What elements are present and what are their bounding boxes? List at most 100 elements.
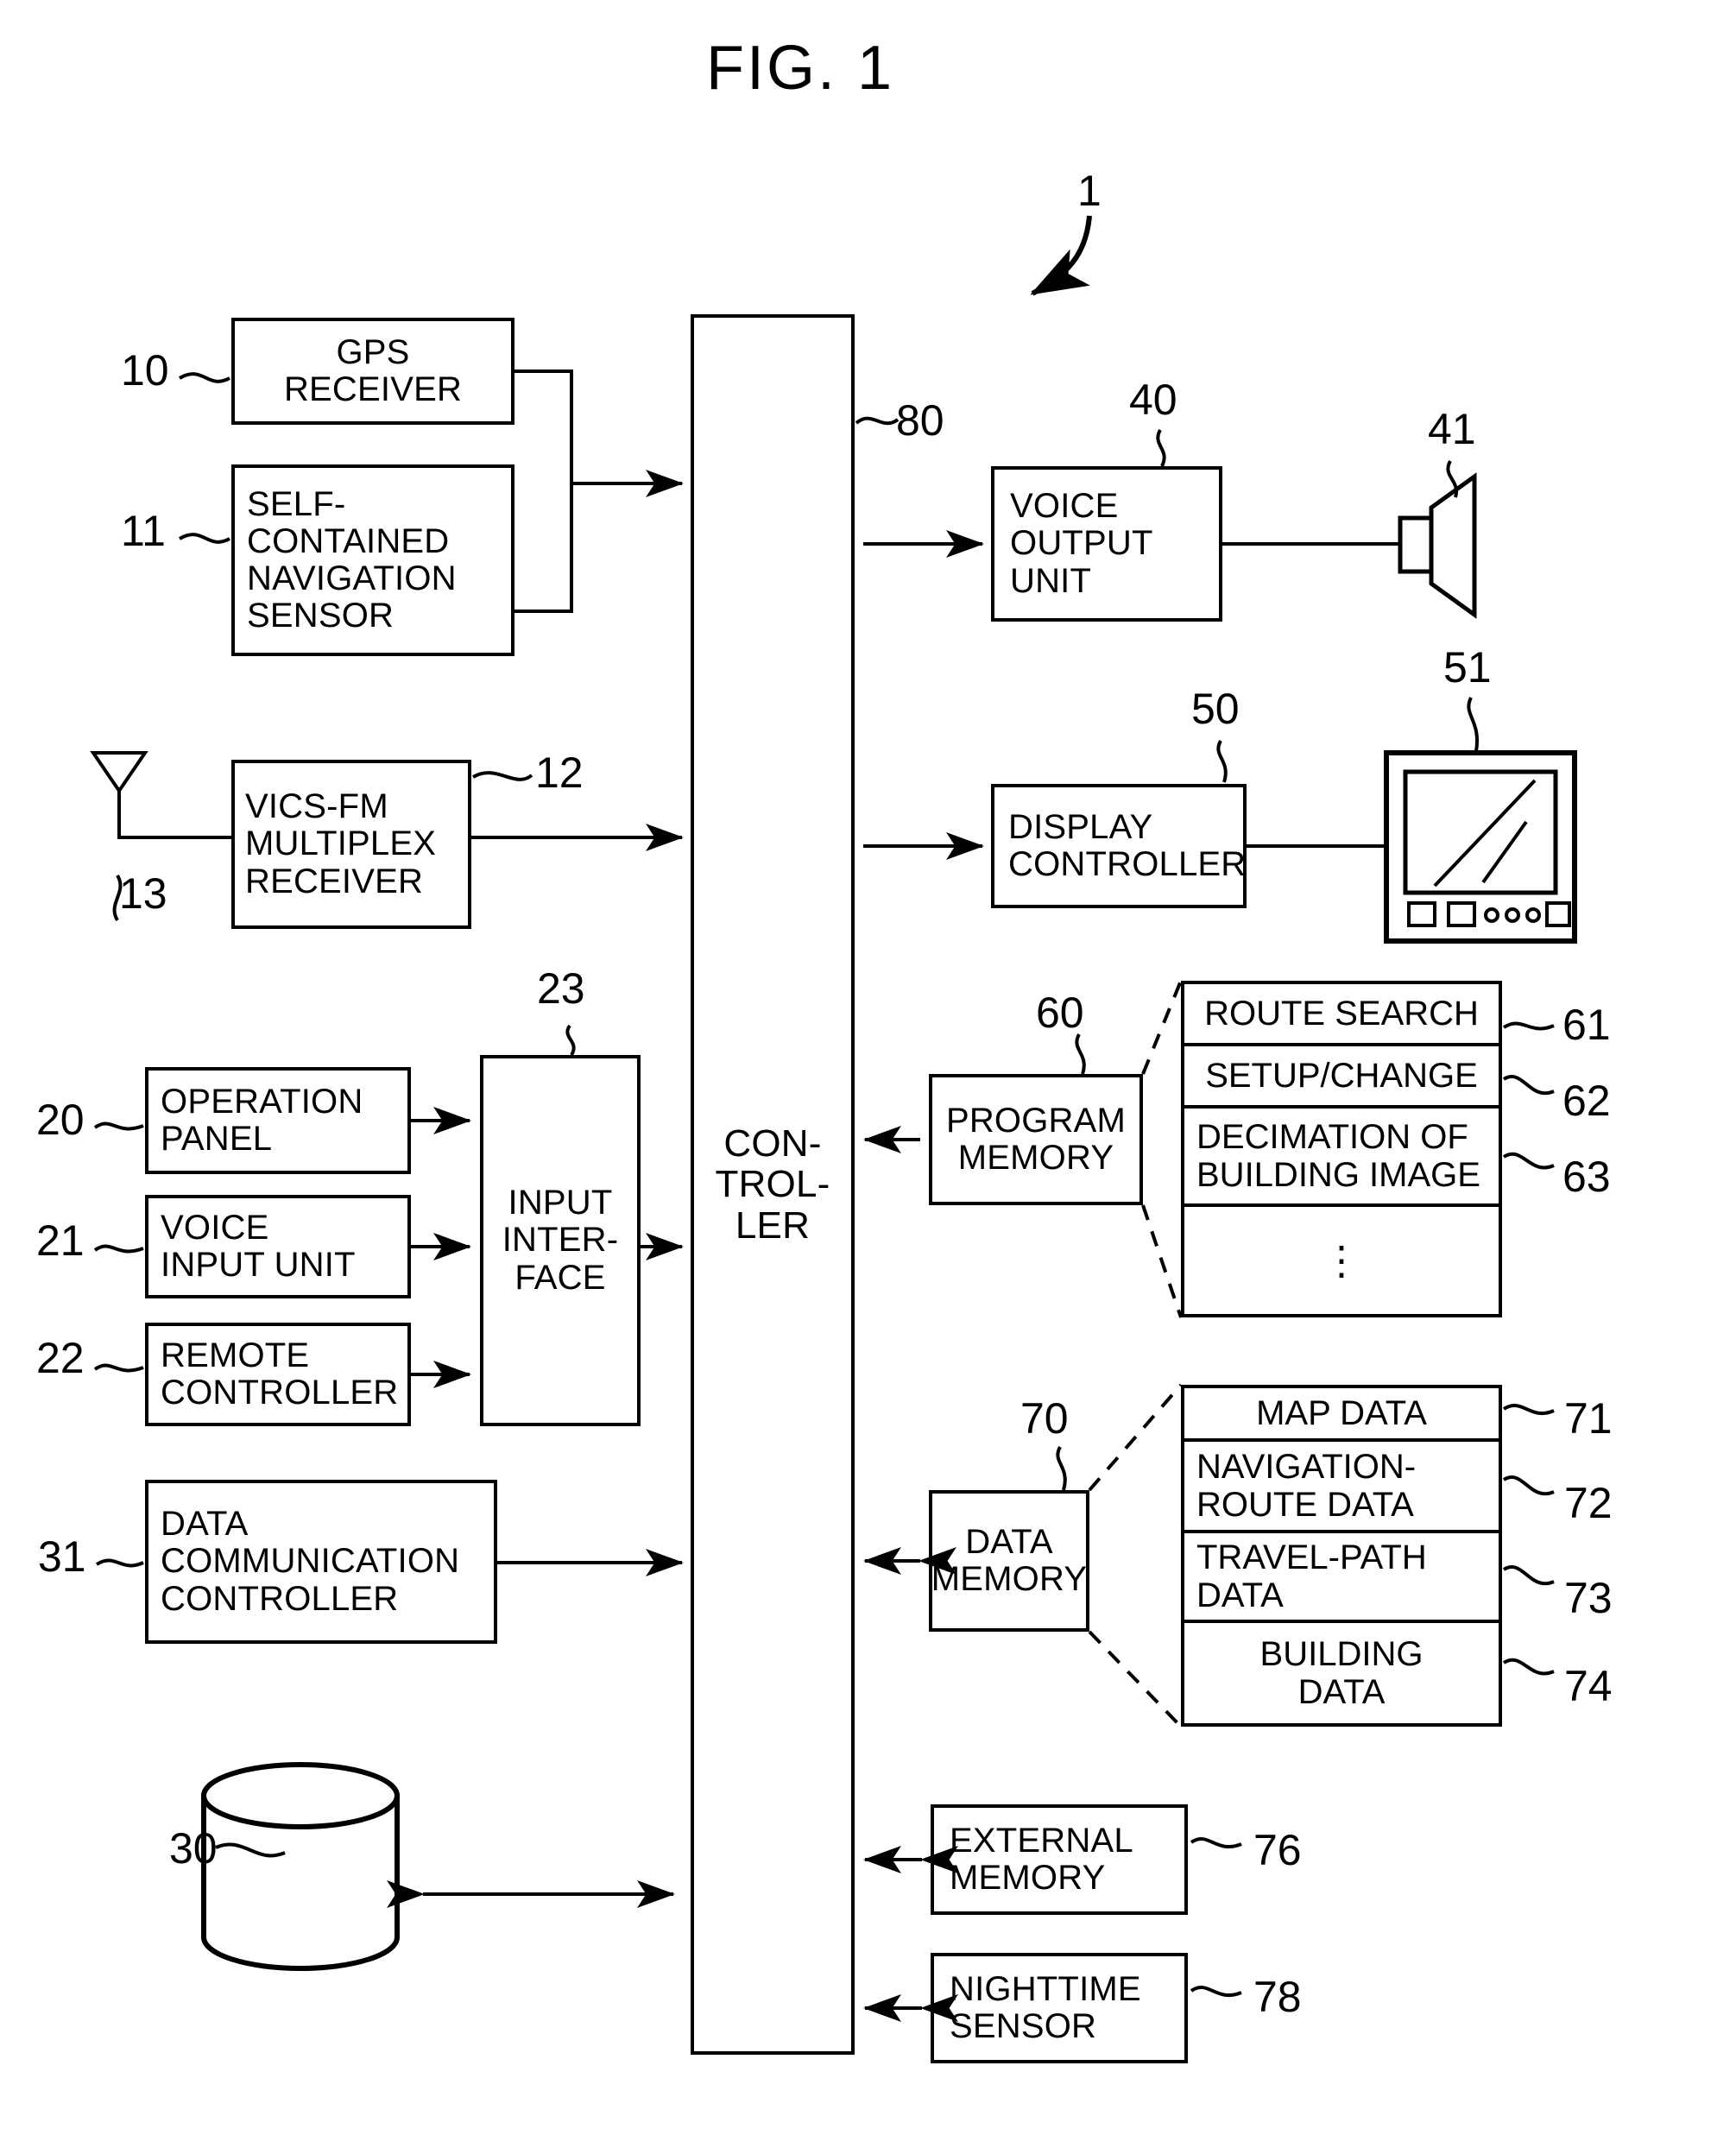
program-memory-row: ⋮ [1184, 1207, 1499, 1314]
program-memory-row-label: ROUTE SEARCH [1204, 995, 1479, 1033]
ref-51: 51 [1443, 643, 1492, 692]
ref-20-leader [95, 1123, 143, 1128]
nighttime-sensor-block: NIGHTTIME SENSOR [931, 1953, 1188, 2063]
self-contained-navigation-sensor-block: SELF- CONTAINED NAVIGATION SENSOR [231, 464, 514, 656]
remote-controller-label: REMOTE CONTROLLER [161, 1336, 399, 1412]
data-memory-expansion-line-top [1089, 1385, 1181, 1490]
ref-74-leader [1504, 1660, 1554, 1674]
data-memory-row: MAP DATA [1184, 1388, 1499, 1442]
system-ref-numeral: 1 [1077, 167, 1102, 215]
ref-73: 73 [1564, 1574, 1613, 1622]
antenna-icon [93, 753, 145, 791]
voice-input-unit-label: VOICE INPUT UNIT [161, 1208, 356, 1284]
voice-output-unit-block: VOICE OUTPUT UNIT [991, 466, 1222, 622]
ref-11: 11 [121, 507, 166, 555]
ref-41: 41 [1428, 405, 1476, 453]
operation-panel-label: OPERATION PANEL [161, 1082, 363, 1158]
data-memory-contents-table: MAP DATA NAVIGATION- ROUTE DATA TRAVEL-P… [1181, 1385, 1502, 1727]
voice-input-unit-block: VOICE INPUT UNIT [145, 1195, 411, 1298]
monitor-button-2-icon [1449, 903, 1474, 925]
monitor-led-2-icon [1506, 909, 1518, 921]
data-memory-row-label: TRAVEL-PATH DATA [1196, 1538, 1427, 1614]
ref-10-leader [180, 374, 230, 382]
program-memory-row-label: ⋮ [1322, 1237, 1361, 1283]
ref-71: 71 [1564, 1394, 1613, 1443]
program-memory-label: PROGRAM MEMORY [945, 1101, 1127, 1177]
program-memory-contents-table: ROUTE SEARCH SETUP/CHANGE DECIMATION OF … [1181, 981, 1502, 1317]
display-controller-label: DISPLAY CONTROLLER [1008, 807, 1247, 883]
controller-label: CON- TROL- LER [715, 1121, 830, 1247]
figure-title: FIG. 1 [706, 34, 895, 103]
self-contained-navigation-sensor-label: SELF- CONTAINED NAVIGATION SENSOR [247, 484, 457, 635]
ref-40-leader [1158, 430, 1164, 466]
ref-72: 72 [1564, 1479, 1613, 1527]
sensor-merge-bus [514, 371, 571, 611]
ref-63-leader [1504, 1154, 1554, 1168]
external-memory-label: EXTERNAL MEMORY [950, 1821, 1133, 1897]
ref-61-leader [1504, 1023, 1554, 1028]
ref-71-leader [1504, 1405, 1554, 1413]
ref-31-leader [97, 1560, 143, 1565]
display-controller-block: DISPLAY CONTROLLER [991, 784, 1247, 908]
ref-70-leader [1057, 1447, 1064, 1490]
data-communication-controller-label: DATA COMMUNICATION CONTROLLER [161, 1505, 460, 1618]
ref-12-leader [473, 773, 532, 780]
figure-sheet: FIG. 1 1 GPS RECEIVER 10 SELF- CONTAINED… [0, 0, 1736, 2154]
data-communication-controller-block: DATA COMMUNICATION CONTROLLER [145, 1480, 497, 1644]
antenna-feed-line [119, 791, 231, 837]
voice-output-unit-label: VOICE OUTPUT UNIT [1010, 487, 1153, 600]
program-memory-expansion-line-bottom [1143, 1205, 1181, 1317]
data-memory-block: DATA MEMORY [929, 1490, 1089, 1632]
program-memory-row: ROUTE SEARCH [1184, 984, 1499, 1046]
monitor-glare-line-2 [1483, 822, 1526, 882]
nighttime-sensor-label: NIGHTTIME SENSOR [950, 1969, 1141, 2045]
ref-21: 21 [36, 1216, 85, 1265]
ref-10: 10 [121, 346, 169, 395]
program-memory-row: DECIMATION OF BUILDING IMAGE [1184, 1109, 1499, 1207]
operation-panel-block: OPERATION PANEL [145, 1067, 411, 1174]
ref-30: 30 [169, 1824, 218, 1873]
storage-disk-bottom [204, 1937, 397, 1968]
monitor-led-3-icon [1527, 909, 1539, 921]
ref-31: 31 [38, 1532, 86, 1581]
ref-51-leader [1468, 698, 1477, 751]
ref-78-leader [1191, 1987, 1241, 1995]
storage-disk-top [204, 1765, 397, 1827]
data-memory-row-label: NAVIGATION- ROUTE DATA [1196, 1448, 1417, 1524]
system-leader-arrow [1030, 216, 1089, 294]
ref-74: 74 [1564, 1662, 1613, 1710]
speaker-horn-icon [1431, 477, 1474, 615]
ref-50-leader [1218, 741, 1225, 782]
monitor-led-1-icon [1486, 909, 1498, 921]
ref-21-leader [95, 1246, 143, 1251]
program-memory-row-label: SETUP/CHANGE [1205, 1057, 1478, 1095]
monitor-button-3-icon [1547, 903, 1569, 925]
gps-receiver-label: GPS RECEIVER [283, 332, 463, 408]
program-memory-row-label: DECIMATION OF BUILDING IMAGE [1196, 1118, 1480, 1194]
program-memory-row: SETUP/CHANGE [1184, 1046, 1499, 1109]
ref-23: 23 [537, 964, 585, 1013]
ref-22-leader [95, 1365, 143, 1370]
controller-block: CON- TROL- LER [691, 314, 855, 2055]
ref-60-leader [1076, 1034, 1083, 1074]
ref-62: 62 [1562, 1077, 1611, 1125]
monitor-bezel-icon [1386, 753, 1575, 941]
data-memory-row-label: MAP DATA [1256, 1394, 1427, 1432]
ref-12: 12 [535, 749, 584, 797]
ref-30-leader [216, 1845, 285, 1856]
data-memory-row: BUILDING DATA [1184, 1623, 1499, 1723]
ref-72-leader [1504, 1477, 1554, 1494]
input-interface-block: INPUT INTER- FACE [480, 1055, 641, 1426]
ref-40: 40 [1129, 376, 1177, 424]
data-memory-row-label: BUILDING DATA [1259, 1635, 1424, 1711]
data-memory-label: DATA MEMORY [931, 1522, 1088, 1598]
ref-73-leader [1504, 1567, 1554, 1583]
ref-11-leader [180, 534, 230, 542]
monitor-glare-line-1 [1435, 780, 1535, 886]
ref-62-leader [1504, 1077, 1554, 1093]
ref-70: 70 [1020, 1394, 1069, 1443]
program-memory-expansion-line-top [1143, 981, 1181, 1074]
data-memory-expansion-line-bottom [1089, 1632, 1181, 1727]
ref-13: 13 [119, 869, 167, 918]
monitor-screen-icon [1405, 772, 1556, 893]
